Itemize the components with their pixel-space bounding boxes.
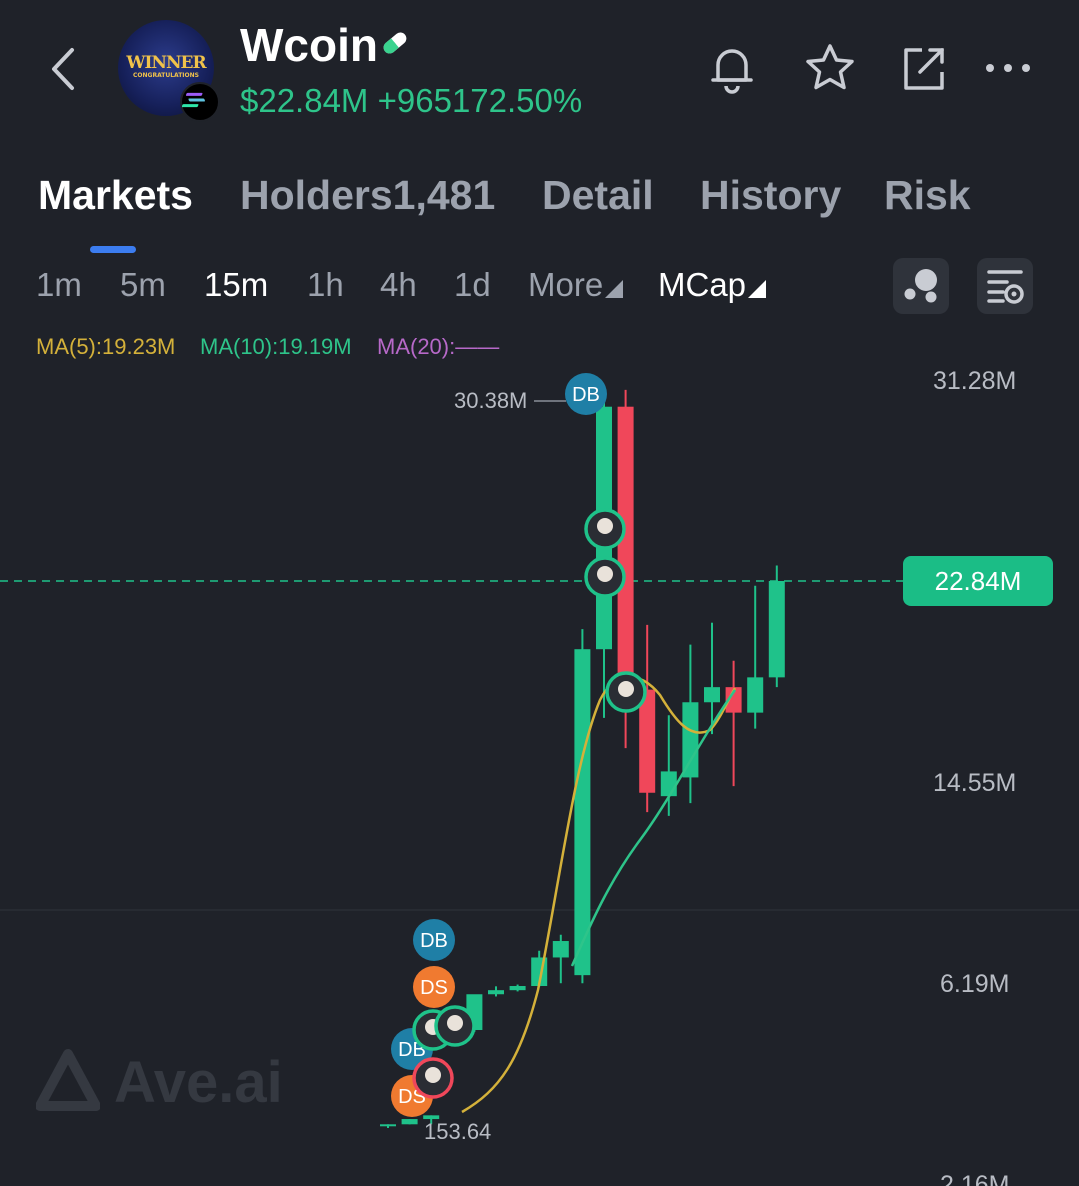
solana-chain-icon [180, 82, 220, 122]
change-value: +965172.50% [377, 82, 583, 119]
tab-detail[interactable]: Detail [542, 172, 654, 219]
interval-1m[interactable]: 1m [36, 266, 82, 304]
y-axis-label: 31.28M [933, 367, 1016, 395]
token-name: Wcoin [240, 19, 378, 71]
watermark-text: Ave.ai [113, 1050, 283, 1115]
settings-list-icon [987, 270, 1024, 304]
bubbles-icon [904, 269, 937, 303]
candle-body [617, 406, 634, 690]
tab-holders[interactable]: Holders1,481 [240, 172, 495, 219]
candle-body [509, 986, 526, 991]
candle-body [574, 649, 591, 976]
bell-icon[interactable] [704, 40, 760, 96]
candle-body [768, 581, 785, 678]
candle-body [660, 771, 677, 797]
current-price-tag: 22.84M [903, 556, 1053, 606]
interval-15m[interactable]: 15m [204, 266, 268, 304]
ma20-label: MA(20):—— [377, 334, 500, 359]
ave-logo-icon [35, 1049, 101, 1111]
interval-1d[interactable]: 1d [454, 266, 491, 304]
avatar-text: WINNER [126, 53, 206, 73]
y-axis-label: 14.55M [933, 769, 1016, 797]
tab-holders-label: Holders [240, 172, 393, 218]
avatar-subtext: CONGRATULATIONS [133, 72, 199, 79]
share-icon[interactable] [896, 40, 952, 96]
candle-body [401, 1119, 418, 1125]
trader-avatar-6-face [425, 1067, 441, 1083]
price-value: $22.84M [240, 82, 369, 119]
interval-more-label: More [528, 266, 604, 303]
more-icon[interactable] [980, 40, 1036, 96]
candle-body [704, 687, 720, 703]
mcap-dropdown[interactable]: MCap [658, 266, 767, 304]
ds-marker-label: DS [420, 977, 448, 999]
star-icon[interactable] [802, 40, 858, 96]
ma5-label: MA(5):19.23M [36, 334, 176, 359]
interval-more-dropdown[interactable]: More [528, 266, 624, 304]
chart-grid [0, 580, 1079, 911]
caret-down-icon [605, 280, 624, 298]
high-label: 30.38M [454, 388, 527, 413]
db-marker-label: DB [420, 930, 448, 952]
trader-avatar-2-face [597, 566, 613, 582]
db-marker-label: DB [572, 384, 600, 406]
candle-body [747, 677, 764, 713]
watermark: Ave.ai [35, 1048, 283, 1116]
mcap-label: MCap [658, 266, 747, 303]
trader-avatar-3-face [618, 681, 634, 697]
tab-markets[interactable]: Markets [38, 172, 193, 219]
trader-avatar-1-face [597, 518, 613, 534]
tab-risk[interactable]: Risk [884, 172, 971, 219]
chart-settings-button[interactable] [977, 258, 1033, 314]
caret-down-icon [748, 280, 767, 298]
ma10-label: MA(10):19.19M [200, 334, 352, 359]
price-change: $22.84M +965172.50% [240, 82, 582, 120]
interval-1h[interactable]: 1h [307, 266, 344, 304]
y-axis-label: 6.19M [940, 970, 1009, 998]
interval-5m[interactable]: 5m [120, 266, 166, 304]
back-arrow-icon[interactable] [44, 46, 84, 92]
candle-body [682, 702, 699, 778]
pill-icon [383, 32, 407, 54]
trader-avatar-5-face [447, 1015, 463, 1031]
interval-4h[interactable]: 4h [380, 266, 417, 304]
indicator-toggle-button[interactable] [893, 258, 949, 314]
low-label: 153.64 [424, 1119, 491, 1144]
y-axis-label: 2.16M [940, 1171, 1009, 1186]
tab-history[interactable]: History [700, 172, 841, 219]
y-axis-labels: 31.28M 14.55M 6.19M 2.16M [933, 367, 1016, 1186]
tab-active-indicator [90, 246, 136, 253]
tab-holders-count: 1,481 [392, 172, 496, 218]
candle-body [380, 1124, 396, 1127]
candle-body [552, 941, 569, 958]
candle-body [488, 990, 504, 995]
